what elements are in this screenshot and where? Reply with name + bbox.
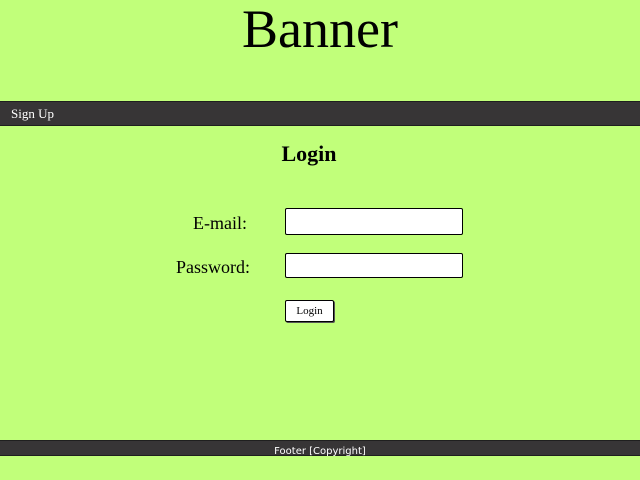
password-input[interactable] bbox=[285, 253, 463, 278]
password-label: Password: bbox=[175, 257, 250, 277]
footer-copyright: Footer [Copyright] bbox=[274, 446, 366, 457]
footer: Footer [Copyright] bbox=[0, 440, 640, 457]
login-heading: Login bbox=[281, 141, 337, 166]
login-button[interactable]: Login bbox=[285, 300, 334, 322]
sign-up-link[interactable]: Sign Up bbox=[11, 107, 54, 121]
email-label: E-mail: bbox=[193, 213, 247, 233]
email-input[interactable] bbox=[285, 208, 463, 235]
banner: Banner bbox=[242, 0, 398, 59]
navbar: Sign Up bbox=[0, 101, 640, 126]
page: Banner Sign Up Login E-mail: Password: L… bbox=[0, 0, 640, 480]
